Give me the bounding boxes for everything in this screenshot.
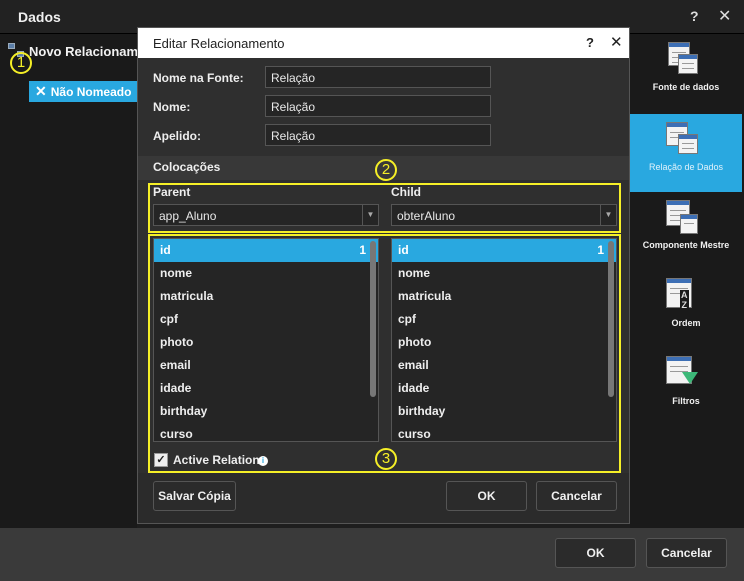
dialog-cancel-button[interactable]: Cancelar [536,481,617,511]
section-title: Colocações [153,160,221,174]
scrollbar[interactable] [608,241,614,397]
datasource-icon [666,42,698,76]
sort-icon: AZ [666,278,698,312]
parent-select-value: app_Aluno [159,209,217,223]
list-item[interactable]: idade [392,377,616,400]
name-in-source-label: Nome na Fonte: [153,71,244,85]
cancel-button[interactable]: Cancelar [646,538,727,568]
callout-marker-1: 1 [10,52,32,74]
list-item[interactable]: curso [392,423,616,441]
tree-node-label: Não Nomeado [50,84,132,99]
list-item[interactable]: nome [392,262,616,285]
step-label: Ordem [671,318,701,328]
callout-marker-3: 3 [375,448,397,470]
step-label: Fonte de dados [652,82,720,92]
dialog-titlebar: Editar Relacionamento ? ✕ [138,28,629,58]
parent-label: Parent [153,185,191,199]
delete-icon[interactable]: ✕ [35,83,47,100]
dialog-help-button[interactable]: ? [586,35,594,50]
list-item[interactable]: curso [154,423,378,441]
dialog-title: Editar Relacionamento [153,36,285,51]
selection-count: 1 [597,243,604,257]
list-item[interactable]: email [392,354,616,377]
list-item[interactable]: id 1 [154,239,378,262]
parent-select[interactable]: app_Aluno ▼ [153,204,379,226]
parent-columns-list[interactable]: id 1 nome matricula cpf photo email idade… [153,238,379,442]
dialog-footer: Salvar Cópia OK Cancelar [138,473,629,523]
callout-marker-2: 2 [375,159,397,181]
close-button[interactable]: ✕ [718,6,731,26]
chevron-down-icon[interactable]: ▼ [600,205,616,225]
scrollbar[interactable] [370,241,376,397]
name-field[interactable]: Relação [265,95,491,117]
master-component-icon [666,200,698,234]
list-item[interactable]: nome [154,262,378,285]
step-label: Relação de Dados [648,162,724,172]
name-in-source-field[interactable]: Relação [265,66,491,88]
ok-button[interactable]: OK [555,538,636,568]
step-master-component[interactable]: Componente Mestre [630,192,742,270]
step-data-relation[interactable]: Relação de Dados [630,114,742,192]
active-relation-checkbox[interactable]: ✓ [154,453,168,467]
step-label: Componente Mestre [642,240,730,250]
active-relation-label: Active Relation [173,453,260,467]
window-title: Dados [18,9,61,25]
edit-relation-dialog: Editar Relacionamento ? ✕ Nome na Fonte:… [137,27,630,524]
name-label: Nome: [153,100,191,114]
step-data-source[interactable]: Fonte de dados [630,34,742,112]
list-item[interactable]: email [154,354,378,377]
list-item[interactable]: cpf [392,308,616,331]
save-copy-button[interactable]: Salvar Cópia [153,481,236,511]
list-item[interactable]: photo [392,331,616,354]
list-item[interactable]: matricula [154,285,378,308]
child-select[interactable]: obterAluno ▼ [391,204,617,226]
chevron-down-icon[interactable]: ▼ [362,205,378,225]
list-item[interactable]: cpf [154,308,378,331]
list-item[interactable]: matricula [392,285,616,308]
window-footer: OK Cancelar [0,528,744,581]
dialog-ok-button[interactable]: OK [446,481,527,511]
relations-tree-panel: Novo Relacionamento ✕ Não Nomeado [0,34,166,528]
step-sort[interactable]: AZ Ordem [630,270,742,348]
child-select-value: obterAluno [397,209,456,223]
step-filters[interactable]: Filtros [630,348,742,426]
selection-count: 1 [359,243,366,257]
alias-label: Apelido: [153,129,201,143]
list-item[interactable]: idade [154,377,378,400]
info-icon[interactable]: i [258,456,268,466]
wizard-steps-panel: Fonte de dados Relação de Dados Componen… [630,34,744,528]
list-item[interactable]: birthday [154,400,378,423]
child-label: Child [391,185,421,199]
tree-node-unnamed[interactable]: ✕ Não Nomeado [29,81,137,102]
list-item[interactable]: birthday [392,400,616,423]
help-button[interactable]: ? [690,8,699,24]
filter-icon [666,356,698,390]
data-relation-icon [666,122,698,156]
list-item[interactable]: photo [154,331,378,354]
list-item[interactable]: id 1 [392,239,616,262]
step-label: Filtros [672,396,700,406]
alias-field[interactable]: Relação [265,124,491,146]
dialog-close-button[interactable]: ✕ [610,33,623,51]
child-columns-list[interactable]: id 1 nome matricula cpf photo email idade… [391,238,617,442]
